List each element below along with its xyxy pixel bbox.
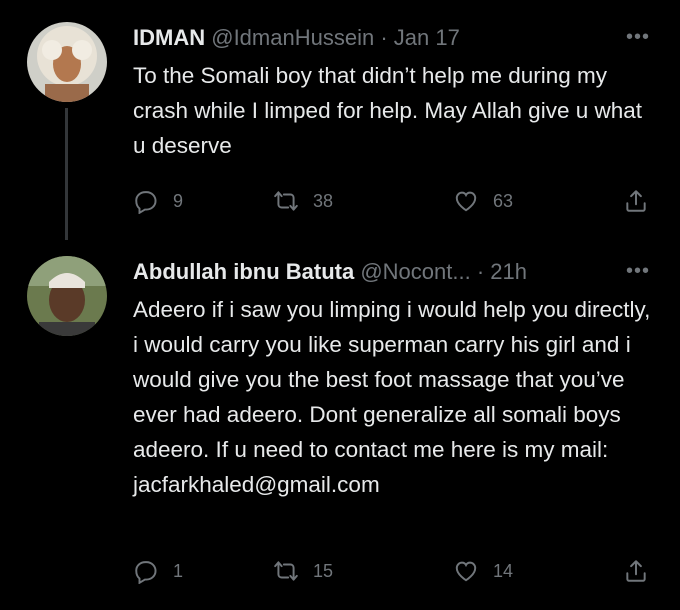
separator: ·: [380, 25, 388, 50]
tweet-header: IDMAN @IdmanHussein · Jan 17: [133, 24, 640, 52]
separator: ·: [476, 259, 485, 284]
reply-icon: [135, 561, 157, 584]
tweet-reply[interactable]: Abdullah ibnu Batuta @Nocont... · 21h ••…: [0, 240, 680, 610]
retweet-count: 15: [313, 560, 334, 581]
display-name[interactable]: Abdullah ibnu Batuta: [133, 259, 354, 284]
username[interactable]: @Nocont...: [360, 259, 470, 284]
heart-icon: [455, 191, 477, 212]
share-button[interactable]: [623, 556, 649, 586]
retweet-count: 38: [313, 190, 334, 211]
retweet-icon: [274, 191, 298, 211]
share-icon: [626, 560, 646, 582]
reply-count: 1: [173, 560, 184, 581]
tweet-actions: 1 15 14: [133, 556, 653, 586]
tweet-actions: 9 38 63: [133, 186, 653, 216]
share-button[interactable]: [623, 186, 649, 216]
tweet-text: To the Somali boy that didn’t help me du…: [133, 63, 642, 158]
like-button[interactable]: 63: [453, 186, 513, 216]
avatar[interactable]: [27, 22, 107, 102]
like-count: 14: [493, 560, 514, 581]
retweet-button[interactable]: 15: [273, 556, 333, 586]
timestamp[interactable]: 21h: [490, 259, 527, 284]
retweet-icon: [274, 561, 298, 581]
reply-button[interactable]: 1: [133, 556, 183, 586]
avatar[interactable]: [27, 256, 107, 336]
tweet-text: Adeero if i saw you limping i would help…: [133, 297, 651, 497]
timestamp[interactable]: Jan 17: [394, 25, 460, 50]
more-options-icon[interactable]: •••: [626, 260, 650, 283]
reply-count: 9: [173, 190, 184, 211]
username[interactable]: @IdmanHussein: [211, 25, 374, 50]
heart-icon: [455, 561, 477, 582]
like-button[interactable]: 14: [453, 556, 513, 586]
more-options-icon[interactable]: •••: [626, 26, 650, 49]
share-icon: [626, 190, 646, 212]
like-count: 63: [493, 190, 514, 211]
retweet-button[interactable]: 38: [273, 186, 333, 216]
tweet-header: Abdullah ibnu Batuta @Nocont... · 21h: [133, 258, 640, 286]
thread-line: [65, 108, 68, 240]
reply-icon: [135, 191, 157, 214]
tweet-original[interactable]: IDMAN @IdmanHussein · Jan 17 ••• To the …: [0, 0, 680, 240]
reply-button[interactable]: 9: [133, 186, 183, 216]
display-name[interactable]: IDMAN: [133, 25, 205, 50]
